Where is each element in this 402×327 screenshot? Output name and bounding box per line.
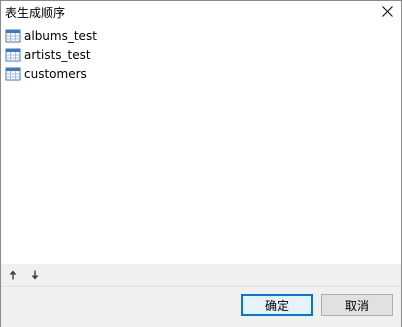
close-button[interactable] [379,3,395,19]
list-item-customers[interactable]: customers [5,65,87,83]
dialog-window: 表生成顺序 albums_test artists_test customers… [0,0,402,327]
arrow-down-icon [31,270,39,280]
list-item-label: albums_test [24,29,97,43]
list-item-albums-test[interactable]: albums_test [5,27,97,45]
dialog-title: 表生成顺序 [5,6,66,20]
table-icon [5,67,21,81]
ok-button[interactable]: 确定 [241,294,313,316]
table-icon [5,29,21,43]
move-up-button[interactable] [6,268,20,282]
arrow-up-icon [9,270,17,280]
list-item-label: artists_test [24,48,91,62]
list-item-artists-test[interactable]: artists_test [5,46,91,64]
reorder-toolbar [1,264,401,286]
title-bar: 表生成顺序 [1,1,401,23]
table-icon [5,48,21,62]
list-item-label: customers [24,67,87,81]
move-down-button[interactable] [28,268,42,282]
dialog-footer: 确定 取消 [1,286,401,327]
close-icon [381,5,393,17]
table-order-list: albums_test artists_test customers [1,25,401,264]
cancel-button[interactable]: 取消 [321,294,393,316]
